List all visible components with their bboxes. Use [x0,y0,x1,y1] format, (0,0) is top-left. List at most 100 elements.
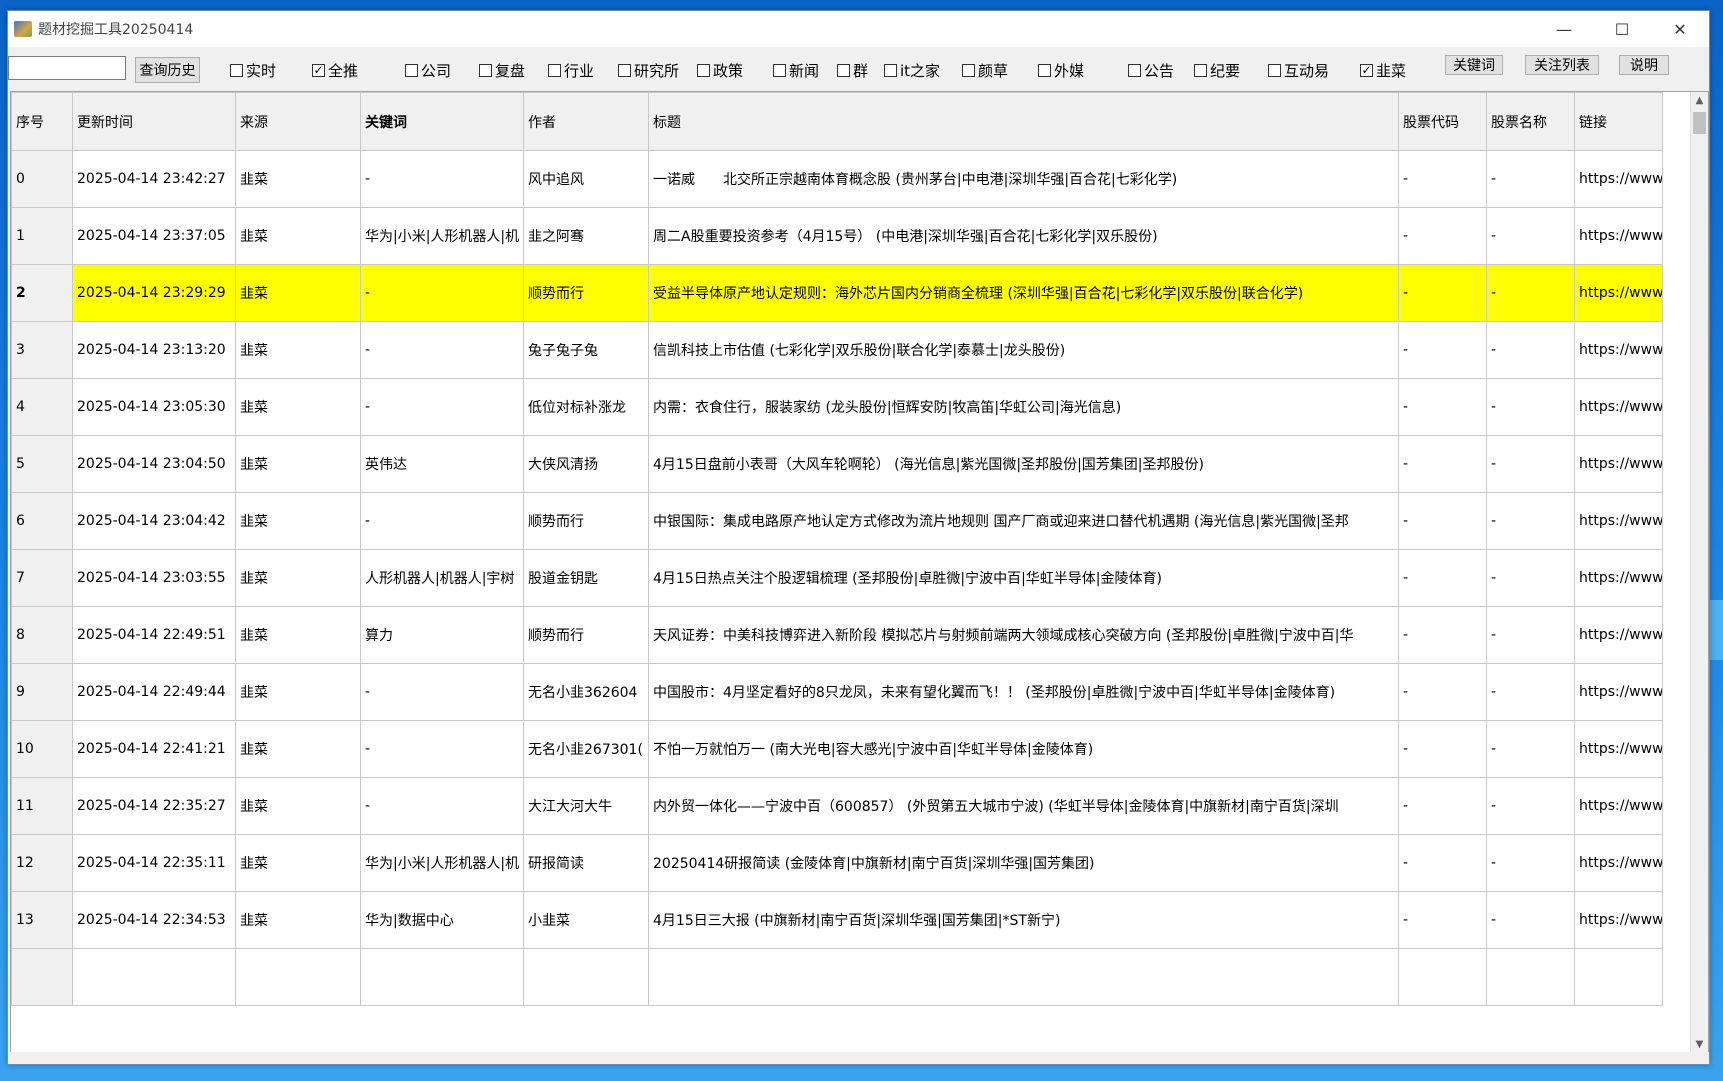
table-cell[interactable] [235,948,361,1006]
table-cell[interactable]: 韭菜 [235,378,361,436]
table-cell[interactable]: 韭菜 [235,891,361,949]
checkbox-unchecked-icon[interactable] [1038,64,1051,77]
table-cell[interactable]: - [1486,378,1575,436]
table-cell[interactable]: 11 [11,777,73,835]
table-row[interactable]: 10 2025-04-14 22:41:21 韭菜 - 无名小韭267301(不怕一万就… [11,720,1663,778]
column-header[interactable]: 股票名称 [1486,92,1575,151]
scroll-thumb[interactable] [1693,112,1706,134]
table-row[interactable]: 6 2025-04-14 23:04:42 韭菜 - 顺势而行 中银国际：集成电路原产地认… [11,492,1663,550]
table-row[interactable]: 8 2025-04-14 22:49:51 韭菜 算力 顺势而行 天风证券：中美科技博弈进… [11,606,1663,664]
scroll-up-icon[interactable]: ▲ [1691,92,1708,109]
table-cell[interactable]: https://www [1574,891,1663,949]
table-cell[interactable]: 内外贸一体化——宁波中百（600857） (外贸第五大城市宁波) (华虹半导体|… [648,777,1399,835]
table-cell[interactable]: https://www [1574,663,1663,721]
table-row[interactable]: 3 2025-04-14 23:13:20 韭菜 - 兔子兔子兔 信凯科技上市估值 (七彩… [11,321,1663,379]
table-cell[interactable]: 5 [11,435,73,493]
table-cell[interactable]: 无名小韭362604 [523,663,649,721]
table-cell[interactable]: 1 [11,207,73,265]
table-cell[interactable]: https://www [1574,777,1663,835]
keyword-button[interactable]: 关键词 [1445,55,1503,75]
table-cell[interactable]: - [360,492,524,550]
column-header[interactable]: 标题 [648,92,1399,151]
table-cell[interactable]: - [1486,777,1575,835]
table-cell[interactable]: - [1398,150,1487,208]
watchlist-button[interactable]: 关注列表 [1525,55,1599,75]
table-cell[interactable]: 华为|数据中心 [360,891,524,949]
table-cell[interactable] [1574,948,1663,1006]
table-cell[interactable]: 中银国际：集成电路原产地认定方式修改为流片地规则 国产厂商或迎来进口替代机遇期 … [648,492,1399,550]
table-cell[interactable]: 8 [11,606,73,664]
column-header[interactable]: 来源 [235,92,361,151]
checkbox-2[interactable]: 公司 [405,60,451,81]
table-cell[interactable]: - [1486,834,1575,892]
checkbox-unchecked-icon[interactable] [884,64,897,77]
table-cell[interactable]: https://www [1574,720,1663,778]
table-cell[interactable]: - [1486,321,1575,379]
checkbox-1[interactable]: ✓ 全推 [312,60,358,81]
table-cell[interactable]: 韭菜 [235,663,361,721]
checkbox-0[interactable]: 实时 [230,60,276,81]
checkbox-unchecked-icon[interactable] [962,64,975,77]
checkbox-6[interactable]: 政策 [697,60,743,81]
table-cell[interactable]: 信凯科技上市估值 (七彩化学|双乐股份|联合化学|泰慕士|龙头股份) [648,321,1399,379]
table-row[interactable]: 9 2025-04-14 22:49:44 韭菜 - 无名小韭362604 中国股市：4月… [11,663,1663,721]
table-cell[interactable]: 韭菜 [235,492,361,550]
table-cell[interactable] [72,948,236,1006]
table-cell[interactable]: 不怕一万就怕万一 (南大光电|容大感光|宁波中百|华虹半导体|金陵体育) [648,720,1399,778]
table-cell[interactable]: - [1486,606,1575,664]
table-cell[interactable]: - [1486,663,1575,721]
checkbox-14[interactable]: 互动易 [1268,60,1329,81]
table-cell[interactable]: 华为|小米|人形机器人|机 [360,834,524,892]
table-cell[interactable]: - [1398,891,1487,949]
table-cell[interactable]: 2025-04-14 22:49:51 [72,606,236,664]
table-cell[interactable]: - [1398,834,1487,892]
table-cell[interactable]: 2 [11,264,73,322]
table-cell[interactable]: 韭菜 [235,834,361,892]
table-cell[interactable]: 6 [11,492,73,550]
checkbox-4[interactable]: 行业 [548,60,594,81]
table-cell[interactable]: 韭菜 [235,207,361,265]
table-cell[interactable]: 低位对标补涨龙 [523,378,649,436]
checkbox-unchecked-icon[interactable] [548,64,561,77]
table-cell[interactable]: https://www [1574,321,1663,379]
table-cell[interactable]: 一诺威 北交所正宗越南体育概念股 (贵州茅台|中电港|深圳华强|百合花|七彩化学… [648,150,1399,208]
table-cell[interactable]: - [1398,777,1487,835]
table-cell[interactable]: - [360,663,524,721]
checkbox-8[interactable]: 群 [837,60,868,81]
table-cell[interactable]: 3 [11,321,73,379]
table-cell[interactable]: - [1398,378,1487,436]
table-cell[interactable] [648,948,1399,1006]
table-cell[interactable]: - [1398,549,1487,607]
table-cell[interactable] [1486,948,1575,1006]
table-cell[interactable]: - [1398,720,1487,778]
table-cell[interactable]: - [1398,492,1487,550]
table-cell[interactable]: - [1486,549,1575,607]
table-cell[interactable]: 2025-04-14 22:35:27 [72,777,236,835]
checkbox-15[interactable]: ✓ 韭菜 [1360,60,1406,81]
table-cell[interactable]: https://www [1574,435,1663,493]
table-cell[interactable]: 小韭菜 [523,891,649,949]
table-cell[interactable]: 韭菜 [235,435,361,493]
table-cell[interactable]: - [1398,663,1487,721]
table-cell[interactable]: - [360,264,524,322]
scroll-down-icon[interactable]: ▼ [1691,1036,1708,1053]
checkbox-unchecked-icon[interactable] [773,64,786,77]
checkbox-11[interactable]: 外媒 [1038,60,1084,81]
checkbox-unchecked-icon[interactable] [405,64,418,77]
table-cell[interactable] [360,948,524,1006]
checkbox-unchecked-icon[interactable] [230,64,243,77]
checkbox-9[interactable]: it之家 [884,60,940,81]
table-cell[interactable]: - [360,378,524,436]
table-cell[interactable]: https://www [1574,264,1663,322]
checkbox-10[interactable]: 颜草 [962,60,1008,81]
table-cell[interactable]: - [1486,150,1575,208]
table-cell[interactable]: 人形机器人|机器人|宇树 [360,549,524,607]
table-cell[interactable]: 2025-04-14 23:04:50 [72,435,236,493]
table-cell[interactable]: 韭菜 [235,720,361,778]
checkbox-unchecked-icon[interactable] [618,64,631,77]
table-cell[interactable]: https://www [1574,378,1663,436]
checkbox-unchecked-icon[interactable] [1194,64,1207,77]
table-cell[interactable]: 韭之阿骞 [523,207,649,265]
table-cell[interactable]: https://www [1574,549,1663,607]
table-cell[interactable]: - [360,321,524,379]
